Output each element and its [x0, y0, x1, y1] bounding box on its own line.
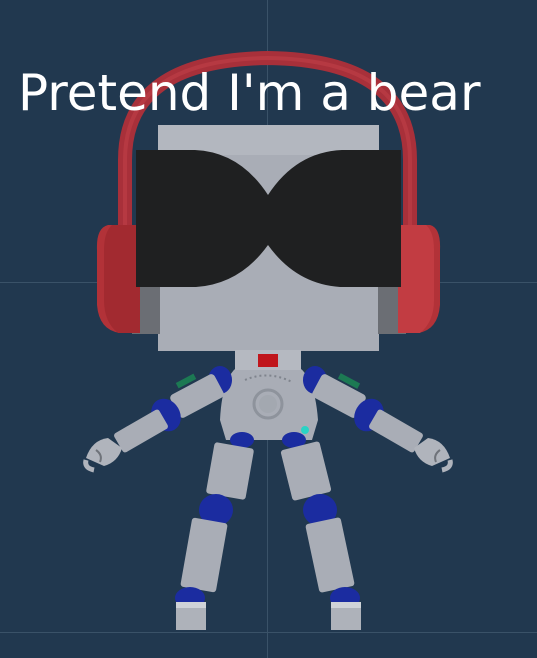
robot-left-leg: [175, 442, 254, 630]
robot-right-arm: [312, 373, 453, 473]
status-dot: [301, 426, 309, 434]
robot-left-arm: [83, 373, 224, 473]
caption-text: Pretend I'm a bear: [18, 64, 481, 122]
scene-viewport[interactable]: Pretend I'm a bear: [0, 0, 537, 658]
robot-right-leg: [280, 441, 361, 630]
chest-light: [258, 354, 278, 367]
